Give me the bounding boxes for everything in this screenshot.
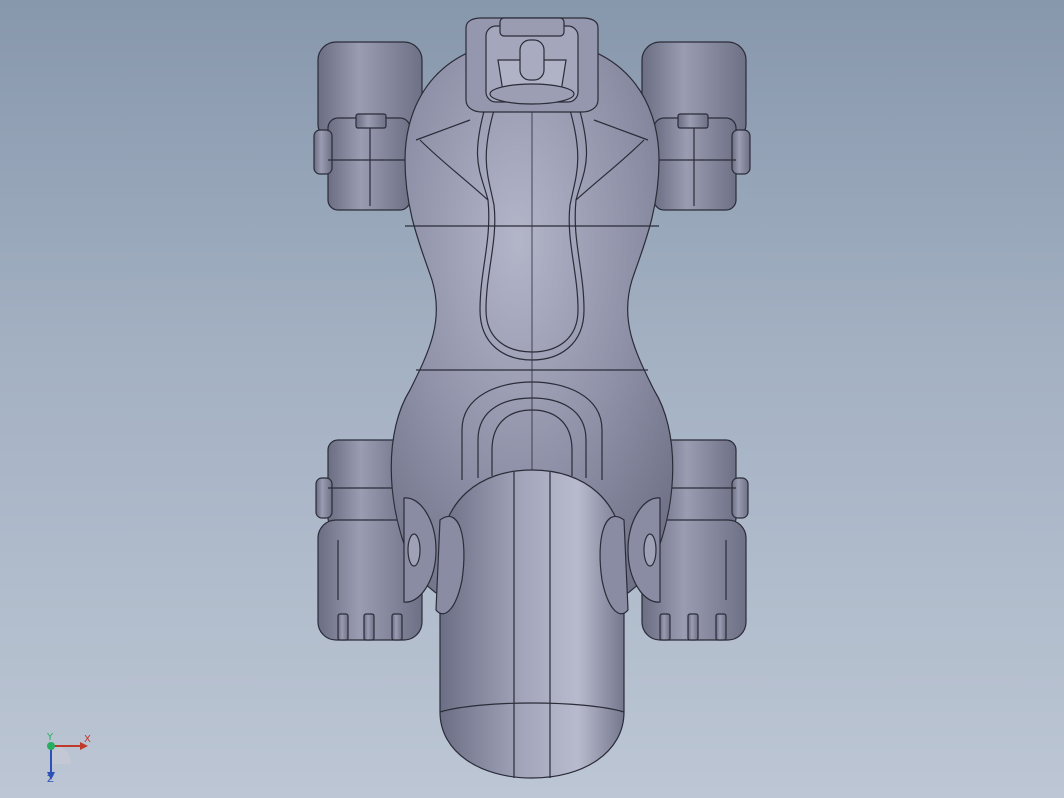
head-module <box>465 17 599 113</box>
rear-wheel <box>435 469 629 779</box>
cad-viewport[interactable]: X Y Z <box>0 0 1064 798</box>
x-axis-label: X <box>84 734 91 745</box>
coordinate-triad: X Y Z <box>46 732 91 782</box>
y-axis-label: Y <box>46 732 54 743</box>
z-axis-label: Z <box>47 774 54 782</box>
robot-model-top-view[interactable] <box>0 0 1064 798</box>
y-axis-dot <box>47 742 55 750</box>
